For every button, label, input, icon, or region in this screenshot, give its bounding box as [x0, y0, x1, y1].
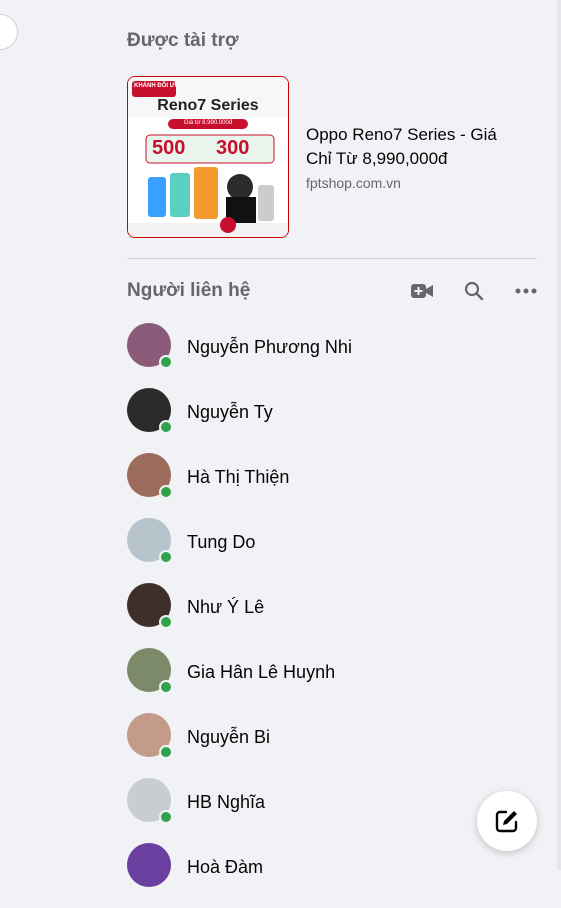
ad-image-discount-1: 500 [152, 136, 186, 159]
contact-name[interactable]: Như Ý Lê [187, 597, 264, 618]
contact-name[interactable]: Nguyễn Phương Nhi [187, 337, 352, 358]
contact-name[interactable]: Tung Do [187, 532, 255, 553]
video-call-icon[interactable] [405, 278, 439, 304]
compose-icon [495, 810, 518, 833]
contacts-title: Người liên hệ [127, 280, 251, 301]
sponsored-title: Được tài trợ [127, 30, 239, 51]
online-status-dot [159, 615, 173, 629]
contacts-header-actions [405, 278, 543, 304]
avatar[interactable] [127, 518, 173, 564]
new-message-button[interactable] [477, 791, 537, 851]
online-status-dot [159, 420, 173, 434]
contact-row[interactable]: Nguyễn Bi [127, 713, 537, 778]
ad-image-discount-2: 300 [216, 136, 250, 159]
avatar[interactable] [127, 778, 173, 824]
contact-name[interactable]: Hà Thị Thiện [187, 467, 289, 488]
contact-row[interactable]: Nguyễn Phương Nhi [127, 323, 537, 388]
contact-row[interactable]: Gia Hân Lê Huynh [127, 648, 537, 713]
contact-row[interactable]: Hoà Đàm [127, 843, 537, 908]
avatar[interactable] [127, 843, 171, 887]
ad-domain: fptshop.com.vn [306, 174, 401, 191]
search-icon[interactable] [457, 278, 491, 304]
sponsored-ad[interactable]: KHÁNH ĐỔI ƯU ĐÃI Reno7 Series Giá từ 8.9… [127, 74, 537, 239]
scrollbar-track[interactable] [557, 0, 561, 870]
more-options-icon[interactable] [509, 278, 543, 304]
avatar[interactable] [127, 713, 173, 759]
contact-name[interactable]: HB Nghĩa [187, 792, 265, 813]
contact-row[interactable]: Tung Do [127, 518, 537, 583]
back-circle[interactable] [0, 14, 18, 50]
ad-image-product: Reno7 Series [157, 96, 259, 114]
avatar[interactable] [127, 583, 173, 629]
online-status-dot [159, 680, 173, 694]
ad-text[interactable]: Oppo Reno7 Series - Giá Chỉ Từ 8,990,000… [306, 123, 526, 191]
online-status-dot [159, 355, 173, 369]
ad-title[interactable]: Oppo Reno7 Series - Giá Chỉ Từ 8,990,000… [306, 123, 526, 171]
contact-row[interactable]: Như Ý Lê [127, 583, 537, 648]
contact-row[interactable]: HB Nghĩa [127, 778, 537, 843]
contact-name[interactable]: Nguyễn Ty [187, 402, 273, 423]
divider [127, 258, 537, 259]
avatar[interactable] [127, 648, 173, 694]
ad-image-brand: KHÁNH ĐỔI ƯU ĐÃI [134, 82, 191, 89]
contact-row[interactable]: Hà Thị Thiện [127, 453, 537, 518]
contact-row[interactable]: Nguyễn Ty [127, 388, 537, 453]
ad-image-price: Giá từ 8.990.000đ [183, 119, 233, 126]
online-status-dot [159, 810, 173, 824]
contact-name[interactable]: Gia Hân Lê Huynh [187, 662, 335, 683]
contact-name[interactable]: Hoà Đàm [187, 857, 263, 878]
avatar[interactable] [127, 388, 173, 434]
online-status-dot [159, 550, 173, 564]
ad-image[interactable]: KHÁNH ĐỔI ƯU ĐÃI Reno7 Series Giá từ 8.9… [127, 75, 289, 238]
avatar[interactable] [127, 453, 173, 499]
avatar[interactable] [127, 323, 173, 369]
contacts-list: Nguyễn Phương Nhi Nguyễn Ty Hà Thị Thiện Tu… [127, 323, 537, 908]
online-status-dot [159, 745, 173, 759]
online-status-dot [159, 485, 173, 499]
contact-name[interactable]: Nguyễn Bi [187, 727, 270, 748]
